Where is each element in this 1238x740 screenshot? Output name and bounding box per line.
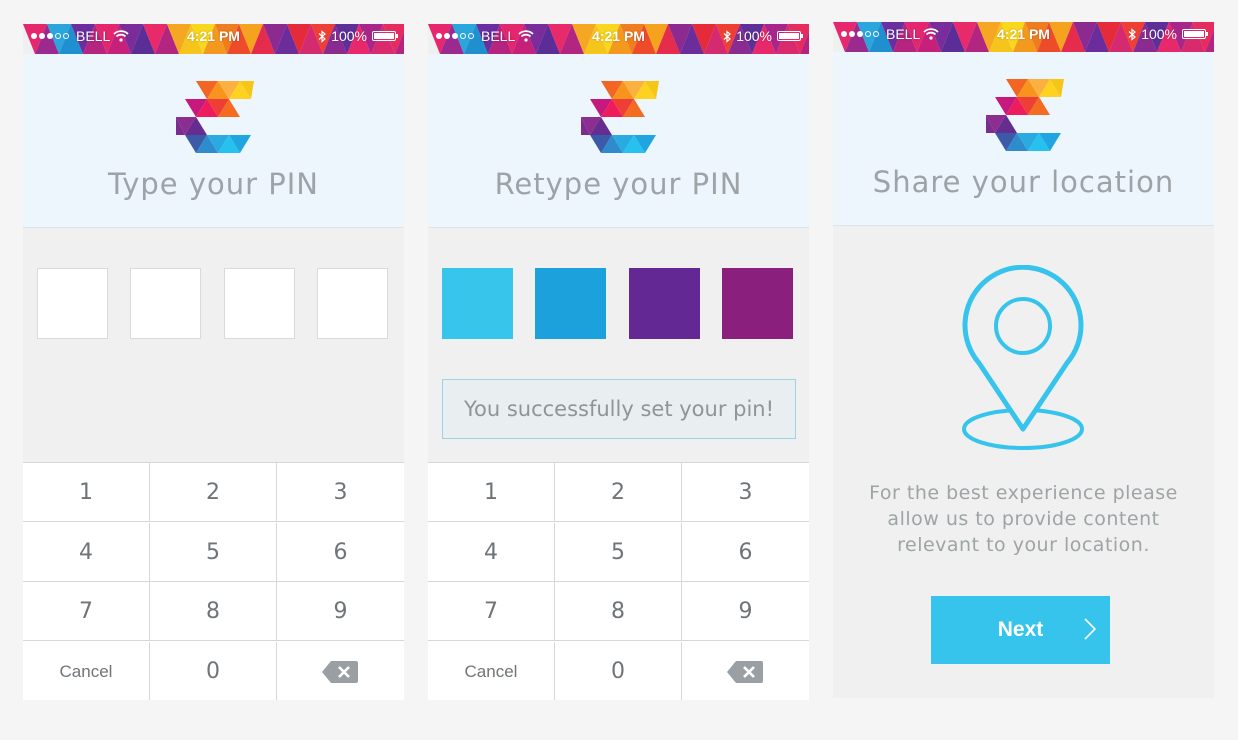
delete-button[interactable] <box>277 642 404 700</box>
header: Retype your PIN <box>428 54 809 228</box>
delete-button[interactable] <box>682 642 809 700</box>
header: Type your PIN <box>23 54 404 228</box>
key-8[interactable]: 8 <box>150 582 277 641</box>
share-location-screen: BELL 4:21 PM 100% Share your location Fo… <box>833 22 1214 698</box>
cancel-button[interactable]: Cancel <box>23 642 150 700</box>
pin-digit-box <box>317 268 388 339</box>
pin-digit-box-filled <box>535 268 606 339</box>
page-title: Share your location <box>872 165 1175 199</box>
key-3[interactable]: 3 <box>277 463 404 522</box>
pin-digit-box-filled <box>442 268 513 339</box>
key-7[interactable]: 7 <box>428 582 555 641</box>
battery-icon <box>372 31 398 41</box>
pin-digit-box <box>37 268 108 339</box>
battery-icon <box>777 31 803 41</box>
key-9[interactable]: 9 <box>682 582 809 641</box>
pin-entry-screen: BELL 4:21 PM 100% Type your PIN 1 2 3 4 … <box>23 24 404 700</box>
app-logo-icon <box>986 79 1064 151</box>
pin-digit-box <box>130 268 201 339</box>
key-8[interactable]: 8 <box>555 582 682 641</box>
backspace-icon <box>322 661 358 683</box>
key-1[interactable]: 1 <box>23 463 150 522</box>
cancel-button[interactable]: Cancel <box>428 642 555 700</box>
bluetooth-icon <box>318 29 327 43</box>
key-6[interactable]: 6 <box>277 523 404 582</box>
status-bar: BELL 4:21 PM 100% <box>23 24 404 54</box>
status-bar: BELL 4:21 PM 100% <box>833 22 1214 52</box>
description-line: allow us to provide content <box>887 508 1160 530</box>
key-2[interactable]: 2 <box>555 463 682 522</box>
key-0[interactable]: 0 <box>555 642 682 700</box>
key-9[interactable]: 9 <box>277 582 404 641</box>
bluetooth-icon <box>1128 27 1137 41</box>
key-1[interactable]: 1 <box>428 463 555 522</box>
key-0[interactable]: 0 <box>150 642 277 700</box>
key-3[interactable]: 3 <box>682 463 809 522</box>
description-line: relevant to your location. <box>897 534 1150 556</box>
key-4[interactable]: 4 <box>23 523 150 582</box>
success-message: You successfully set your pin! <box>442 379 796 439</box>
battery-percent: 100% <box>331 28 367 44</box>
key-2[interactable]: 2 <box>150 463 277 522</box>
status-bar: BELL 4:21 PM 100% <box>428 24 809 54</box>
key-5[interactable]: 5 <box>150 523 277 582</box>
key-5[interactable]: 5 <box>555 523 682 582</box>
header: Share your location <box>833 52 1214 226</box>
app-logo-icon <box>581 81 659 153</box>
backspace-icon <box>727 661 763 683</box>
description-line: For the best experience please <box>869 482 1178 504</box>
page-title: Retype your PIN <box>494 167 743 201</box>
numeric-keypad: 1 2 3 4 5 6 7 8 9 Cancel 0 <box>428 462 809 700</box>
location-pin-icon <box>962 265 1084 450</box>
pin-boxes <box>37 268 390 341</box>
key-6[interactable]: 6 <box>682 523 809 582</box>
pin-boxes <box>442 268 795 341</box>
next-button[interactable]: Next <box>931 596 1110 664</box>
app-logo-icon <box>176 81 254 153</box>
pin-digit-box-filled <box>629 268 700 339</box>
location-description: For the best experience please allow us … <box>843 480 1204 558</box>
pin-digit-box-filled <box>722 268 793 339</box>
battery-percent: 100% <box>1141 26 1177 42</box>
key-7[interactable]: 7 <box>23 582 150 641</box>
pin-confirm-screen: BELL 4:21 PM 100% Retype your PIN You su… <box>428 24 809 700</box>
chevron-right-icon <box>1084 618 1096 640</box>
numeric-keypad: 1 2 3 4 5 6 7 8 9 Cancel 0 <box>23 462 404 700</box>
battery-percent: 100% <box>736 28 772 44</box>
battery-icon <box>1182 29 1208 39</box>
bluetooth-icon <box>723 29 732 43</box>
page-title: Type your PIN <box>108 167 319 201</box>
pin-digit-box <box>224 268 295 339</box>
key-4[interactable]: 4 <box>428 523 555 582</box>
